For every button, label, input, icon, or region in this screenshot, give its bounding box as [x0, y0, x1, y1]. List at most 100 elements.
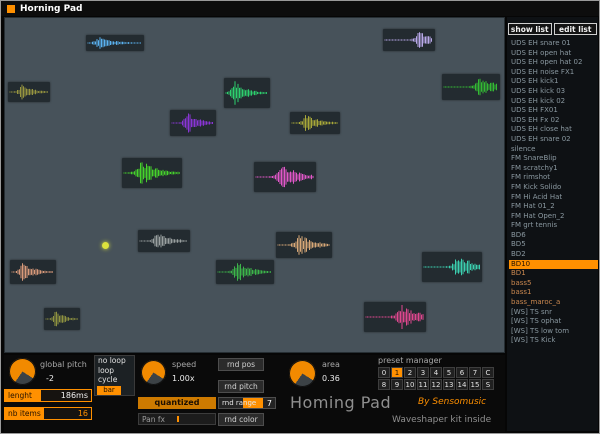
- list-item[interactable]: UDS EH Fx 02: [509, 116, 598, 126]
- list-item[interactable]: [WS] TS low tom: [509, 327, 598, 337]
- list-item[interactable]: FM Hi Acid Hat: [509, 193, 598, 203]
- loop-mode-selector: no looploopcycle bar: [94, 355, 135, 396]
- list-item[interactable]: silence: [509, 145, 598, 155]
- list-item[interactable]: UDS EH close hat: [509, 125, 598, 135]
- preset-cell[interactable]: 5: [443, 367, 455, 378]
- title-bar[interactable]: Horning Pad: [1, 1, 599, 16]
- loop-mode-option[interactable]: cycle: [95, 375, 134, 385]
- preset-cell[interactable]: 7: [469, 367, 481, 378]
- sample-tile[interactable]: [290, 112, 340, 134]
- sample-tile[interactable]: [170, 110, 216, 136]
- nb-items-fader[interactable]: nb items 16: [4, 407, 92, 420]
- list-item[interactable]: bass5: [509, 279, 598, 289]
- quantized-toggle[interactable]: quantized: [138, 397, 216, 409]
- preset-save-button[interactable]: S: [482, 379, 494, 390]
- list-item[interactable]: bass1: [509, 288, 598, 298]
- list-item[interactable]: BD5: [509, 240, 598, 250]
- list-item[interactable]: UDS EH noise FX1: [509, 68, 598, 78]
- preset-cell[interactable]: 6: [456, 367, 468, 378]
- list-item[interactable]: UDS EH kick1: [509, 77, 598, 87]
- list-item[interactable]: BD1: [509, 269, 598, 279]
- sample-tile[interactable]: [138, 230, 190, 252]
- sample-tile[interactable]: [86, 35, 144, 51]
- sample-tile[interactable]: [422, 252, 482, 282]
- window-title: Horning Pad: [20, 4, 83, 14]
- preset-cell[interactable]: 10: [404, 379, 416, 390]
- sample-tile[interactable]: [224, 78, 270, 108]
- list-item[interactable]: FM Hat Open_2: [509, 212, 598, 222]
- list-item[interactable]: FM Kick Solido: [509, 183, 598, 193]
- list-item[interactable]: BD6: [509, 231, 598, 241]
- rnd-pitch-button[interactable]: rnd pitch: [218, 380, 264, 393]
- area-knob[interactable]: [289, 360, 316, 387]
- speed-knob[interactable]: [141, 360, 166, 385]
- sample-tile[interactable]: [10, 260, 56, 284]
- rnd-color-button[interactable]: rnd color: [218, 413, 264, 426]
- pad-canvas[interactable]: [4, 17, 505, 353]
- pan-fx-handle[interactable]: [177, 416, 179, 422]
- list-item[interactable]: [WS] TS snr: [509, 308, 598, 318]
- sample-tile[interactable]: [254, 162, 316, 192]
- waveform-icon: [290, 112, 340, 134]
- list-item[interactable]: UDS EH kick 02: [509, 97, 598, 107]
- rnd-pos-button[interactable]: rnd pos: [218, 358, 264, 371]
- list-item[interactable]: FM grt tennis: [509, 221, 598, 231]
- sample-tile[interactable]: [44, 308, 80, 330]
- list-item[interactable]: FM rimshot: [509, 173, 598, 183]
- edit-list-button[interactable]: edit list: [554, 23, 598, 35]
- sample-tile[interactable]: [364, 302, 426, 332]
- preset-cell[interactable]: 3: [417, 367, 429, 378]
- preset-cell[interactable]: 15: [469, 379, 481, 390]
- sample-tile[interactable]: [276, 232, 332, 258]
- homing-cursor[interactable]: [102, 242, 109, 249]
- list-item[interactable]: UDS EH snare 01: [509, 39, 598, 49]
- global-pitch-knob[interactable]: [9, 358, 36, 385]
- preset-cell[interactable]: 14: [456, 379, 468, 390]
- preset-cell[interactable]: 11: [417, 379, 429, 390]
- preset-cell[interactable]: 8: [378, 379, 390, 390]
- list-item[interactable]: UDS EH kick 03: [509, 87, 598, 97]
- preset-grid: 01234567C89101112131415S: [378, 367, 494, 390]
- waveform-icon: [364, 302, 426, 332]
- list-item[interactable]: UDS EH FX01: [509, 106, 598, 116]
- waveform-icon: [138, 230, 190, 252]
- list-item[interactable]: UDS EH open hat 02: [509, 58, 598, 68]
- preset-copy-button[interactable]: C: [482, 367, 494, 378]
- sample-tile[interactable]: [216, 260, 274, 284]
- sample-tile[interactable]: [122, 158, 182, 188]
- list-item[interactable]: bass_maroc_a: [509, 298, 598, 308]
- preset-cell[interactable]: 13: [443, 379, 455, 390]
- list-item[interactable]: BD10: [509, 260, 598, 270]
- area-value: 0.36: [322, 374, 340, 383]
- list-item[interactable]: [WS] TS Kick: [509, 336, 598, 346]
- preset-cell[interactable]: 4: [430, 367, 442, 378]
- bar-quantize-button[interactable]: bar: [97, 386, 121, 395]
- list-item[interactable]: [WS] TS ophat: [509, 317, 598, 327]
- length-fader[interactable]: lenght 186ms: [4, 389, 92, 402]
- sample-tile[interactable]: [442, 74, 500, 100]
- loop-mode-option[interactable]: loop: [95, 366, 134, 376]
- sample-tile[interactable]: [8, 82, 50, 102]
- control-panel: global pitch -2 no looploopcycle bar spe…: [4, 355, 505, 432]
- list-item[interactable]: FM SnareBlip: [509, 154, 598, 164]
- waveform-icon: [276, 232, 332, 258]
- rnd-range-control[interactable]: rnd range 7: [218, 397, 276, 409]
- preset-cell[interactable]: 9: [391, 379, 403, 390]
- list-item[interactable]: FM Hat 01_2: [509, 202, 598, 212]
- area-label: area: [322, 360, 340, 369]
- app-window: Horning Pad show list edit list UDS EH s…: [0, 0, 600, 434]
- list-item[interactable]: FM scratchy1: [509, 164, 598, 174]
- list-item[interactable]: UDS EH open hat: [509, 49, 598, 59]
- sample-tile[interactable]: [383, 29, 435, 51]
- loop-mode-option[interactable]: no loop: [95, 356, 134, 366]
- preset-cell[interactable]: 12: [430, 379, 442, 390]
- preset-cell[interactable]: 0: [378, 367, 390, 378]
- preset-cell[interactable]: 2: [404, 367, 416, 378]
- speed-label: speed: [172, 360, 196, 369]
- show-list-button[interactable]: show list: [508, 23, 552, 35]
- preset-cell[interactable]: 1: [391, 367, 403, 378]
- list-item[interactable]: UDS EH snare 02: [509, 135, 598, 145]
- pan-fx-slider[interactable]: Pan fx: [138, 413, 216, 425]
- sample-list-panel: show list edit list UDS EH snare 01UDS E…: [507, 17, 598, 431]
- list-item[interactable]: BD2: [509, 250, 598, 260]
